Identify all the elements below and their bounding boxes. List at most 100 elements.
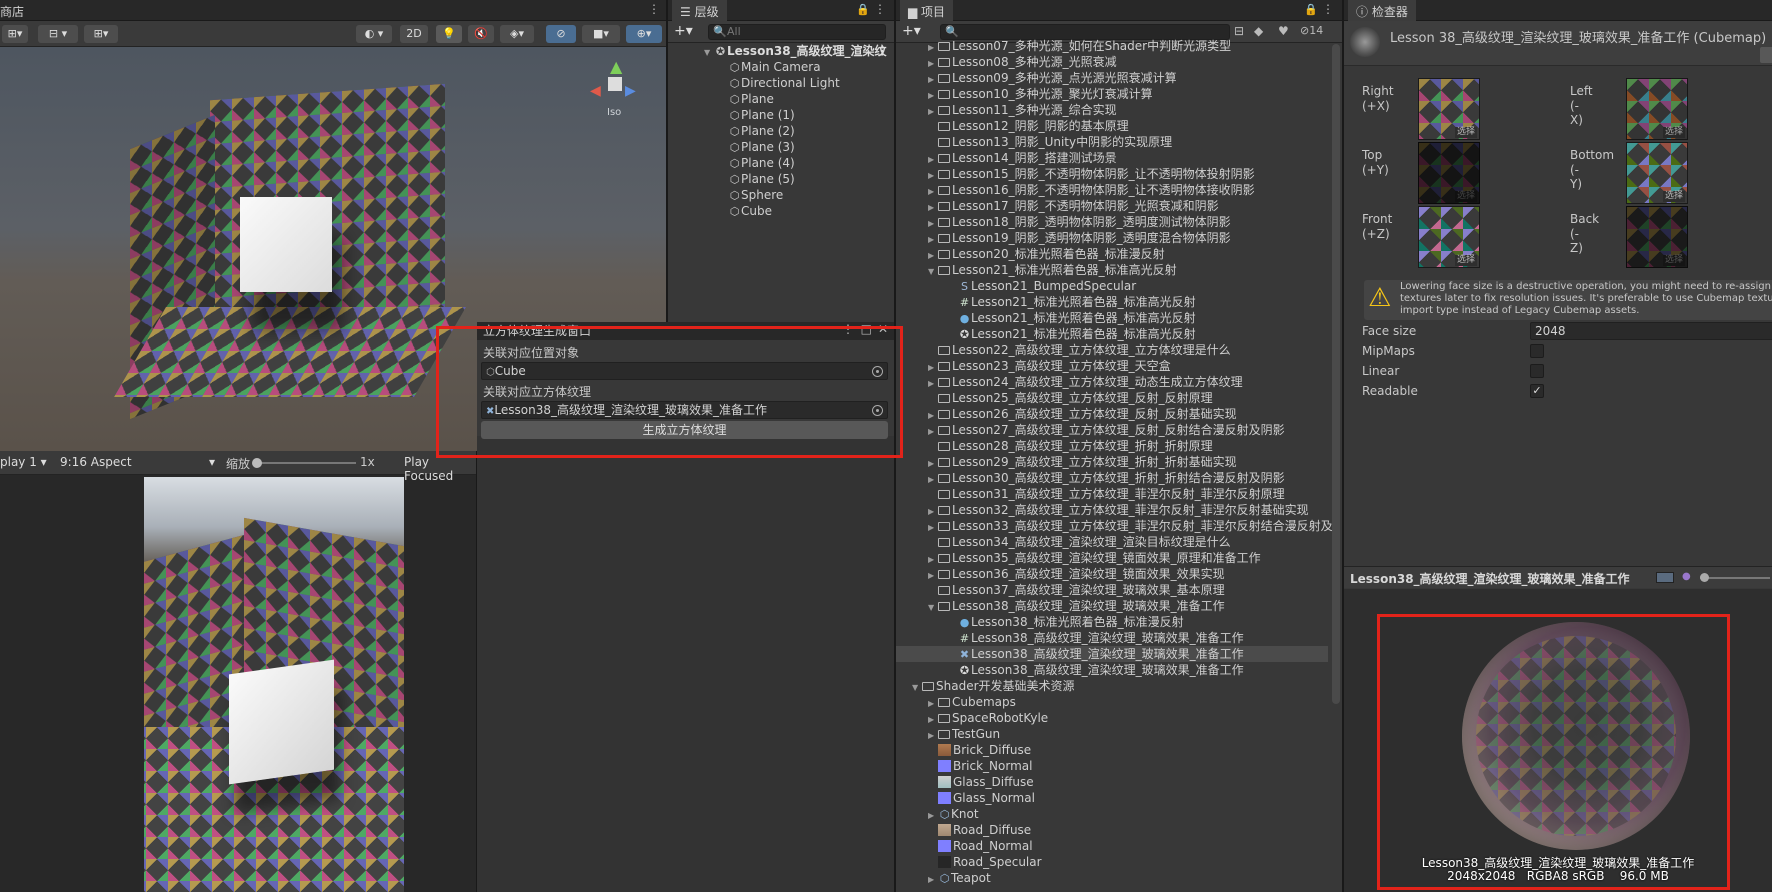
face-select-button[interactable]: 选择 <box>1454 191 1477 202</box>
hierarchy-item[interactable]: ⬡ Sphere <box>668 187 894 203</box>
project-item[interactable]: # Lesson21_标准光照着色器_标准高光反射 <box>896 294 1328 310</box>
hierarchy-item[interactable]: ⬡ Plane (2) <box>668 123 894 139</box>
project-item[interactable]: ▶ Lesson14_阴影_搭建测试场景 <box>896 150 1328 166</box>
effects-icon[interactable]: ◈▾ <box>500 25 534 43</box>
more-menu-icon[interactable]: ⋮ <box>648 2 660 16</box>
face-select-button[interactable]: 选择 <box>1454 255 1477 266</box>
transform-tool-icon[interactable]: ⊞▾ <box>2 25 28 43</box>
maximize-icon[interactable]: □ <box>861 322 872 336</box>
project-item[interactable]: ▶ Lesson27_高级纹理_立方体纹理_反射_反射结合漫反射及阴影 <box>896 422 1328 438</box>
face-size-dropdown[interactable]: 2048 <box>1530 322 1772 340</box>
hidden-packages-icon[interactable]: ⊘14 <box>1300 24 1323 37</box>
preview-alpha-toggle-icon[interactable]: ● <box>1682 571 1691 582</box>
game-viewport[interactable] <box>144 477 404 892</box>
project-item[interactable]: ▶ Lesson29_高级纹理_立方体纹理_折射_折射基础实现 <box>896 454 1328 470</box>
project-item[interactable]: ▶ Lesson08_多种光源_光照衰减 <box>896 54 1328 70</box>
hierarchy-item[interactable]: ⬡ Plane (1) <box>668 107 894 123</box>
project-item[interactable]: ▶ TestGun <box>896 726 1328 742</box>
gizmos-icon[interactable]: ⊕▾ <box>626 25 662 43</box>
preview-area[interactable]: Lesson38_高级纹理_渲染纹理_玻璃效果_准备工作 2048x2048 R… <box>1344 589 1772 892</box>
gizmo-persp-label[interactable]: Iso <box>607 107 621 118</box>
aspect-dropdown[interactable]: 9:16 Aspect ▾ <box>60 455 215 469</box>
project-item[interactable]: Glass_Diffuse <box>896 774 1328 790</box>
project-item[interactable]: ▶ ⬡ Teapot <box>896 870 1328 886</box>
project-item[interactable]: Road_Normal <box>896 838 1328 854</box>
mipmaps-checkbox[interactable] <box>1530 344 1544 358</box>
project-item[interactable]: ▶ Lesson23_高级纹理_立方体纹理_天空盒 <box>896 358 1328 374</box>
cubemap-picker-icon[interactable] <box>872 405 883 416</box>
project-item[interactable]: S Lesson21_BumpedSpecular <box>896 278 1328 294</box>
preview-mip-slider[interactable] <box>1700 573 1770 582</box>
project-item[interactable]: ▶ Lesson09_多种光源_点光源光照衰减计算 <box>896 70 1328 86</box>
object-picker-icon[interactable] <box>872 366 883 377</box>
visibility-icon[interactable]: ⊘ <box>546 25 576 43</box>
project-item[interactable]: ▶ Lesson10_多种光源_聚光灯衰减计算 <box>896 86 1328 102</box>
project-item[interactable]: Brick_Diffuse <box>896 742 1328 758</box>
project-item[interactable]: Lesson25_高级纹理_立方体纹理_反射_反射原理 <box>896 390 1328 406</box>
project-item[interactable]: ▼ Lesson21_标准光照着色器_标准高光反射 <box>896 262 1328 278</box>
face-texture-thumbnail[interactable]: 选择 <box>1626 78 1688 140</box>
add-button[interactable]: +▾ <box>902 23 921 39</box>
project-item[interactable]: ▶ Lesson30_高级纹理_立方体纹理_折射_折射结合漫反射及阴影 <box>896 470 1328 486</box>
project-item[interactable]: Road_Specular <box>896 854 1328 870</box>
project-item[interactable]: Lesson12_阴影_阴影的基本原理 <box>896 118 1328 134</box>
project-item[interactable]: ▶ Lesson19_阴影_透明物体阴影_透明度混合物体阴影 <box>896 230 1328 246</box>
close-icon[interactable]: ✕ <box>878 322 888 336</box>
inspector-tab[interactable]: ⓘ 检查器 <box>1348 0 1416 21</box>
project-item[interactable]: ▶ Lesson07_多种光源_如何在Shader中判断光源类型 <box>896 38 1328 54</box>
project-item[interactable]: ▶ Lesson18_阴影_透明物体阴影_透明度测试物体阴影 <box>896 214 1328 230</box>
project-item[interactable]: ▶ Lesson35_高级纹理_渲染纹理_镜面效果_原理和准备工作 <box>896 550 1328 566</box>
project-item[interactable]: ▶ ⬡ Knot <box>896 806 1328 822</box>
face-select-button[interactable]: 选择 <box>1454 127 1477 138</box>
project-item[interactable]: ▼ Shader开发基础美术资源 <box>896 678 1328 694</box>
more-menu-icon[interactable]: ⋮ <box>876 43 888 59</box>
linear-checkbox[interactable] <box>1530 364 1544 378</box>
project-item[interactable]: ● Lesson38_标准光照着色器_标准漫反射 <box>896 614 1328 630</box>
project-item[interactable]: ▶ Cubemaps <box>896 694 1328 710</box>
face-texture-thumbnail[interactable]: 选择 <box>1418 206 1480 268</box>
project-tab[interactable]: ▆ 项目 <box>900 0 954 21</box>
project-item[interactable]: ✪ Lesson38_高级纹理_渲染纹理_玻璃效果_准备工作 <box>896 662 1328 678</box>
project-item[interactable]: Road_Diffuse <box>896 822 1328 838</box>
hierarchy-tab[interactable]: ☰ 层级 <box>672 0 727 21</box>
audio-icon[interactable]: 🔇 <box>468 25 494 43</box>
camera-icon[interactable]: ■▾ <box>582 25 620 43</box>
hierarchy-item[interactable]: ⬡ Plane (5) <box>668 171 894 187</box>
project-item[interactable]: Lesson13_阴影_Unity中阴影的实现原理 <box>896 134 1328 150</box>
grid-snap-icon[interactable]: ⊟ ▾ <box>38 25 78 43</box>
project-item[interactable]: ▶ Lesson24_高级纹理_立方体纹理_动态生成立方体纹理 <box>896 374 1328 390</box>
face-texture-thumbnail[interactable]: 选择 <box>1626 206 1688 268</box>
hierarchy-item[interactable]: ⬡ Plane <box>668 91 894 107</box>
open-button[interactable] <box>1760 47 1772 63</box>
project-item[interactable]: Lesson31_高级纹理_立方体纹理_菲涅尔反射_菲涅尔反射原理 <box>896 486 1328 502</box>
project-item[interactable]: # Lesson38_高级纹理_渲染纹理_玻璃效果_准备工作 <box>896 630 1328 646</box>
scene-cube[interactable] <box>240 197 332 292</box>
scene-orientation-gizmo[interactable]: ▲ ◀ ▶ Iso <box>585 57 655 127</box>
cubemap-window-title[interactable]: 立方体纹理生成窗口 <box>483 322 591 340</box>
expand-toggle-icon[interactable]: ▶ <box>928 872 938 888</box>
hierarchy-item[interactable]: ⬡ Directional Light <box>668 75 894 91</box>
project-scrollbar[interactable] <box>1332 44 1340 704</box>
project-item[interactable]: Lesson28_高级纹理_立方体纹理_折射_折射原理 <box>896 438 1328 454</box>
project-item[interactable]: ▼ Lesson38_高级纹理_渲染纹理_玻璃效果_准备工作 <box>896 598 1328 614</box>
face-select-button[interactable]: 选择 <box>1662 191 1685 202</box>
project-item[interactable]: ● Lesson21_标准光照着色器_标准高光反射 <box>896 310 1328 326</box>
lock-icon[interactable]: 🔒 <box>856 3 870 16</box>
mode-2d-button[interactable]: 2D <box>400 25 428 43</box>
scale-slider[interactable] <box>252 458 356 468</box>
cubemap-field[interactable]: ✖Lesson38_高级纹理_渲染纹理_玻璃效果_准备工作 <box>481 401 888 419</box>
increment-snap-icon[interactable]: ⊞▾ <box>84 25 118 43</box>
generate-cubemap-button[interactable]: 生成立方体纹理 <box>481 421 888 439</box>
project-item[interactable]: ▶ SpaceRobotKyle <box>896 710 1328 726</box>
display-dropdown[interactable]: play 1 ▾ <box>0 455 47 469</box>
project-item[interactable]: ▶ Lesson36_高级纹理_渲染纹理_镜面效果_效果实现 <box>896 566 1328 582</box>
project-item[interactable]: ▶ Lesson32_高级纹理_立方体纹理_菲涅尔反射_菲涅尔反射基础实现 <box>896 502 1328 518</box>
filter-by-label-icon[interactable]: ◆ <box>1254 24 1263 38</box>
face-texture-thumbnail[interactable]: 选择 <box>1418 78 1480 140</box>
hierarchy-root-row[interactable]: ▼ ✪ Lesson38_高级纹理_渲染纹 ⋮ <box>668 43 894 59</box>
project-item[interactable]: ▶ Lesson17_阴影_不透明物体阴影_光照衰减和阴影 <box>896 198 1328 214</box>
hierarchy-item[interactable]: ⬡ Main Camera <box>668 59 894 75</box>
project-item[interactable]: ✖ Lesson38_高级纹理_渲染纹理_玻璃效果_准备工作 <box>896 646 1328 662</box>
scene-tab[interactable]: 商店 <box>0 3 24 20</box>
project-item[interactable]: ✪ Lesson21_标准光照着色器_标准高光反射 <box>896 326 1328 342</box>
